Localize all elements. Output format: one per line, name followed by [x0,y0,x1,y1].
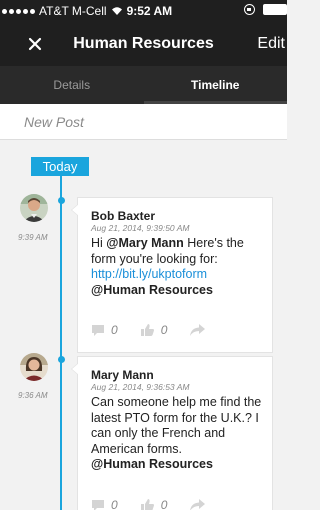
url-link[interactable]: http://bit.ly/ukptoform [91,267,207,281]
page-title: Human Resources [73,35,214,52]
like-count: 0 [160,323,168,337]
post-side-time: 9:39 AM [18,233,48,242]
comment-icon [92,324,104,336]
rotation-lock-icon [244,4,255,15]
thumbs-up-icon [140,324,154,336]
post-side-time: 9:36 AM [18,391,48,400]
date-badge: Today [31,157,89,176]
avatar[interactable] [20,353,48,381]
wifi-icon [111,6,123,16]
comment-count: 0 [111,498,118,510]
tab-details[interactable]: Details [0,66,144,104]
post-actions: 0 0 [91,498,227,510]
post-body: Hi @Mary Mann Here's the form you're loo… [91,236,244,297]
post-timestamp: Aug 21, 2014, 9:36:53 AM [91,382,190,392]
tab-bar: Details Timeline [0,66,287,104]
timeline-node [57,356,65,363]
post-timestamp: Aug 21, 2014, 9:39:50 AM [91,223,190,233]
mention-link[interactable]: @Mary Mann [106,236,183,250]
comment-count: 0 [111,323,118,337]
group-mention-link[interactable]: @Human Resources [91,457,213,471]
comment-button[interactable]: 0 [91,498,118,510]
comment-button[interactable]: 0 [91,323,118,337]
post-card: Bob Baxter Aug 21, 2014, 9:39:50 AM Hi @… [71,197,273,353]
timeline-node [57,197,65,204]
tab-timeline[interactable]: Timeline [143,66,288,104]
post-author[interactable]: Mary Mann [91,368,272,382]
like-button[interactable]: 0 [140,498,168,510]
share-button[interactable] [189,324,206,336]
group-mention-link[interactable]: @Human Resources [91,283,213,297]
nav-bar: Human Resources Edit [0,22,287,66]
like-count: 0 [160,498,168,510]
post-card: Mary Mann Aug 21, 2014, 9:36:53 AM Can s… [71,356,273,510]
avatar[interactable] [20,194,48,222]
battery-icon [263,4,287,15]
thumbs-up-icon [140,499,154,510]
post-body: Can someone help me find the latest PTO … [91,395,262,471]
carrier-name: AT&T M-Cell [39,4,107,18]
share-button[interactable] [189,499,206,510]
status-bar: AT&T M-Cell 9:52 AM [0,0,287,22]
new-post-bar [0,104,287,140]
post-actions: 0 0 [91,323,227,337]
comment-icon [92,499,104,510]
timeline-line [60,176,62,510]
status-time: 9:52 AM [126,4,173,18]
edit-button[interactable]: Edit [257,35,285,53]
post-author[interactable]: Bob Baxter [91,209,272,223]
signal-strength-icon [2,8,35,14]
share-icon [190,324,206,336]
new-post-input[interactable] [0,104,287,140]
share-icon [190,499,206,510]
like-button[interactable]: 0 [140,323,168,337]
